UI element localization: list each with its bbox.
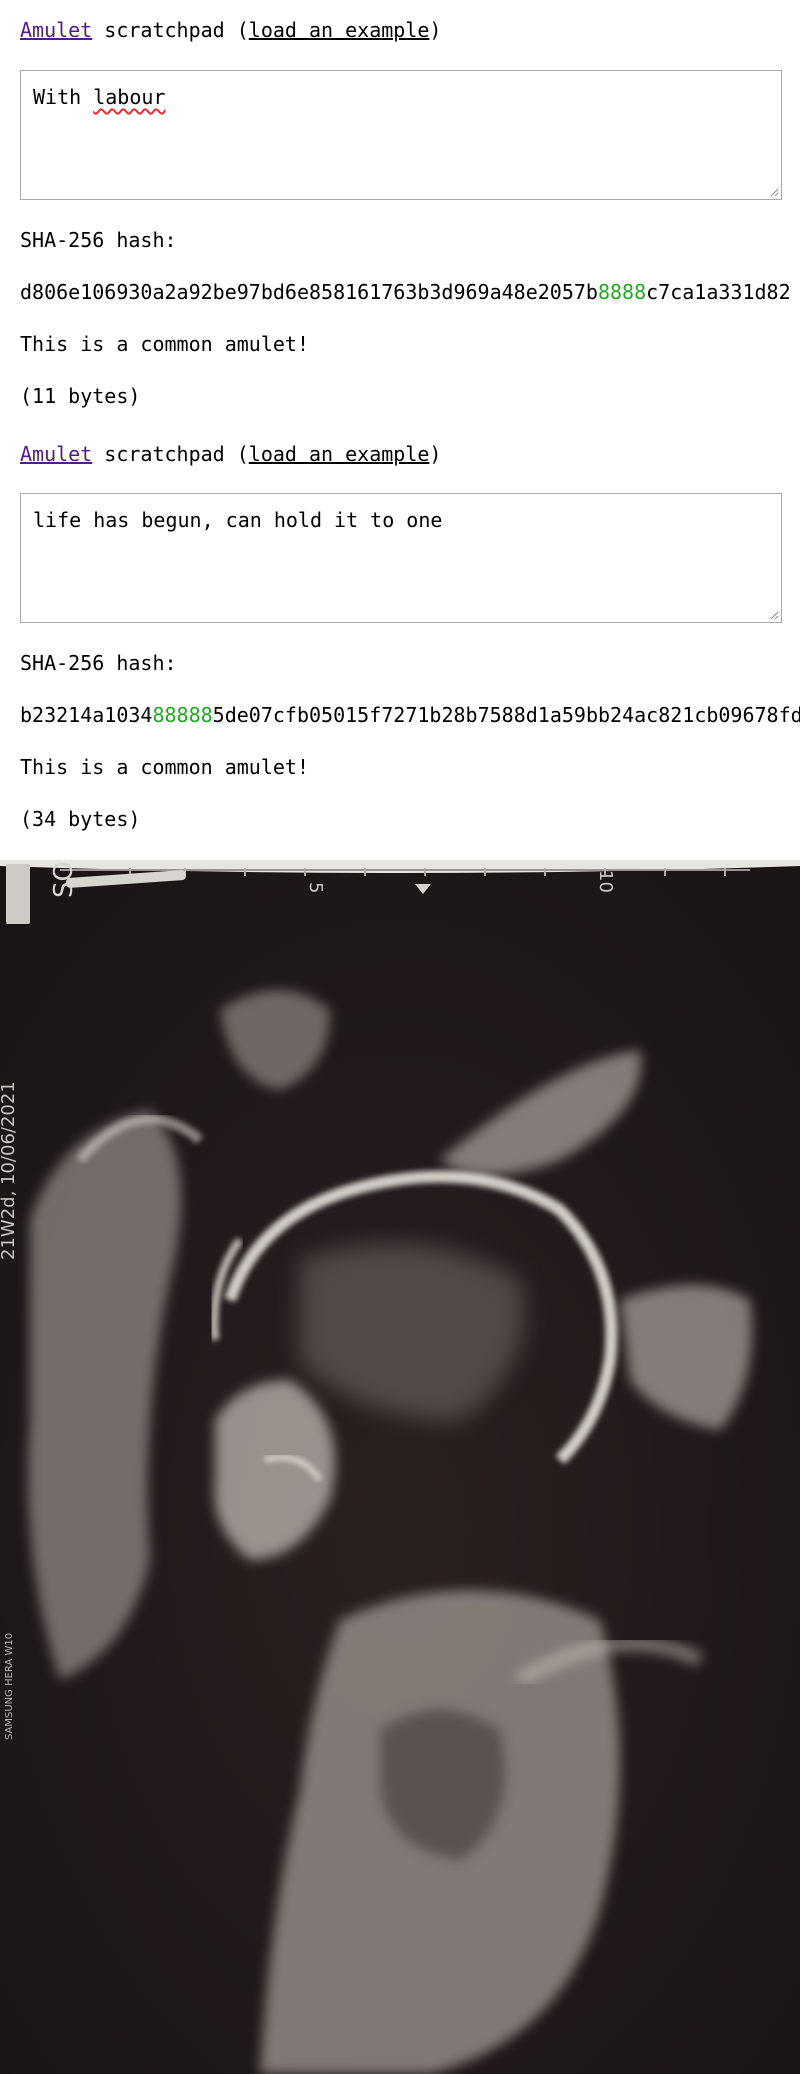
- load-example-link[interactable]: load an example: [249, 18, 430, 42]
- ultrasound-photo: 5 10 SO 21W2d, 10/06/2021 SAMSUNG HERA W…: [0, 860, 800, 2074]
- hash-value: b23214a1034888885de07cfb05015f7271b28b75…: [20, 703, 800, 727]
- heading-text: scratchpad (: [92, 18, 249, 42]
- hash-label: SHA-256 hash:: [20, 228, 177, 252]
- pad-heading: Amulet scratchpad (load an example): [20, 442, 441, 466]
- heading-close: ): [429, 18, 442, 42]
- misspelled-word: labour: [93, 85, 166, 109]
- amulet-link[interactable]: Amulet: [20, 18, 92, 42]
- scan-date-label: 21W2d, 10/06/2021: [0, 1081, 19, 1260]
- amulet-verdict: This is a common amulet!: [20, 332, 309, 356]
- textarea-content: life has begun, can hold it to one: [33, 508, 443, 532]
- byte-count: (11 bytes): [20, 384, 141, 408]
- byte-count: (34 bytes): [20, 807, 141, 831]
- hash-highlight: 88888: [152, 703, 213, 727]
- hash-value: d806e106930a2a92be97bd6e858161763b3d969a…: [20, 280, 791, 304]
- heading-close: ): [429, 442, 442, 466]
- scale-label-10: 10: [595, 870, 616, 893]
- amulet-textarea[interactable]: With labour: [20, 70, 782, 200]
- load-example-link[interactable]: load an example: [249, 442, 430, 466]
- hash-label: SHA-256 hash:: [20, 651, 177, 675]
- heading-text: scratchpad (: [92, 442, 249, 466]
- amulet-link[interactable]: Amulet: [20, 442, 92, 466]
- scale-label-5: 5: [305, 882, 326, 893]
- amulet-verdict: This is a common amulet!: [20, 755, 309, 779]
- textarea-content: With labour: [33, 85, 166, 109]
- amulet-textarea[interactable]: life has begun, can hold it to one: [20, 493, 782, 623]
- resize-grip-icon[interactable]: [769, 187, 779, 197]
- device-label: SAMSUNG HERA W10: [4, 1633, 15, 1740]
- corner-label: SO: [49, 861, 79, 898]
- hash-highlight: 8888: [597, 280, 647, 304]
- resize-grip-icon[interactable]: [769, 610, 779, 620]
- pad-heading: Amulet scratchpad (load an example): [20, 18, 441, 42]
